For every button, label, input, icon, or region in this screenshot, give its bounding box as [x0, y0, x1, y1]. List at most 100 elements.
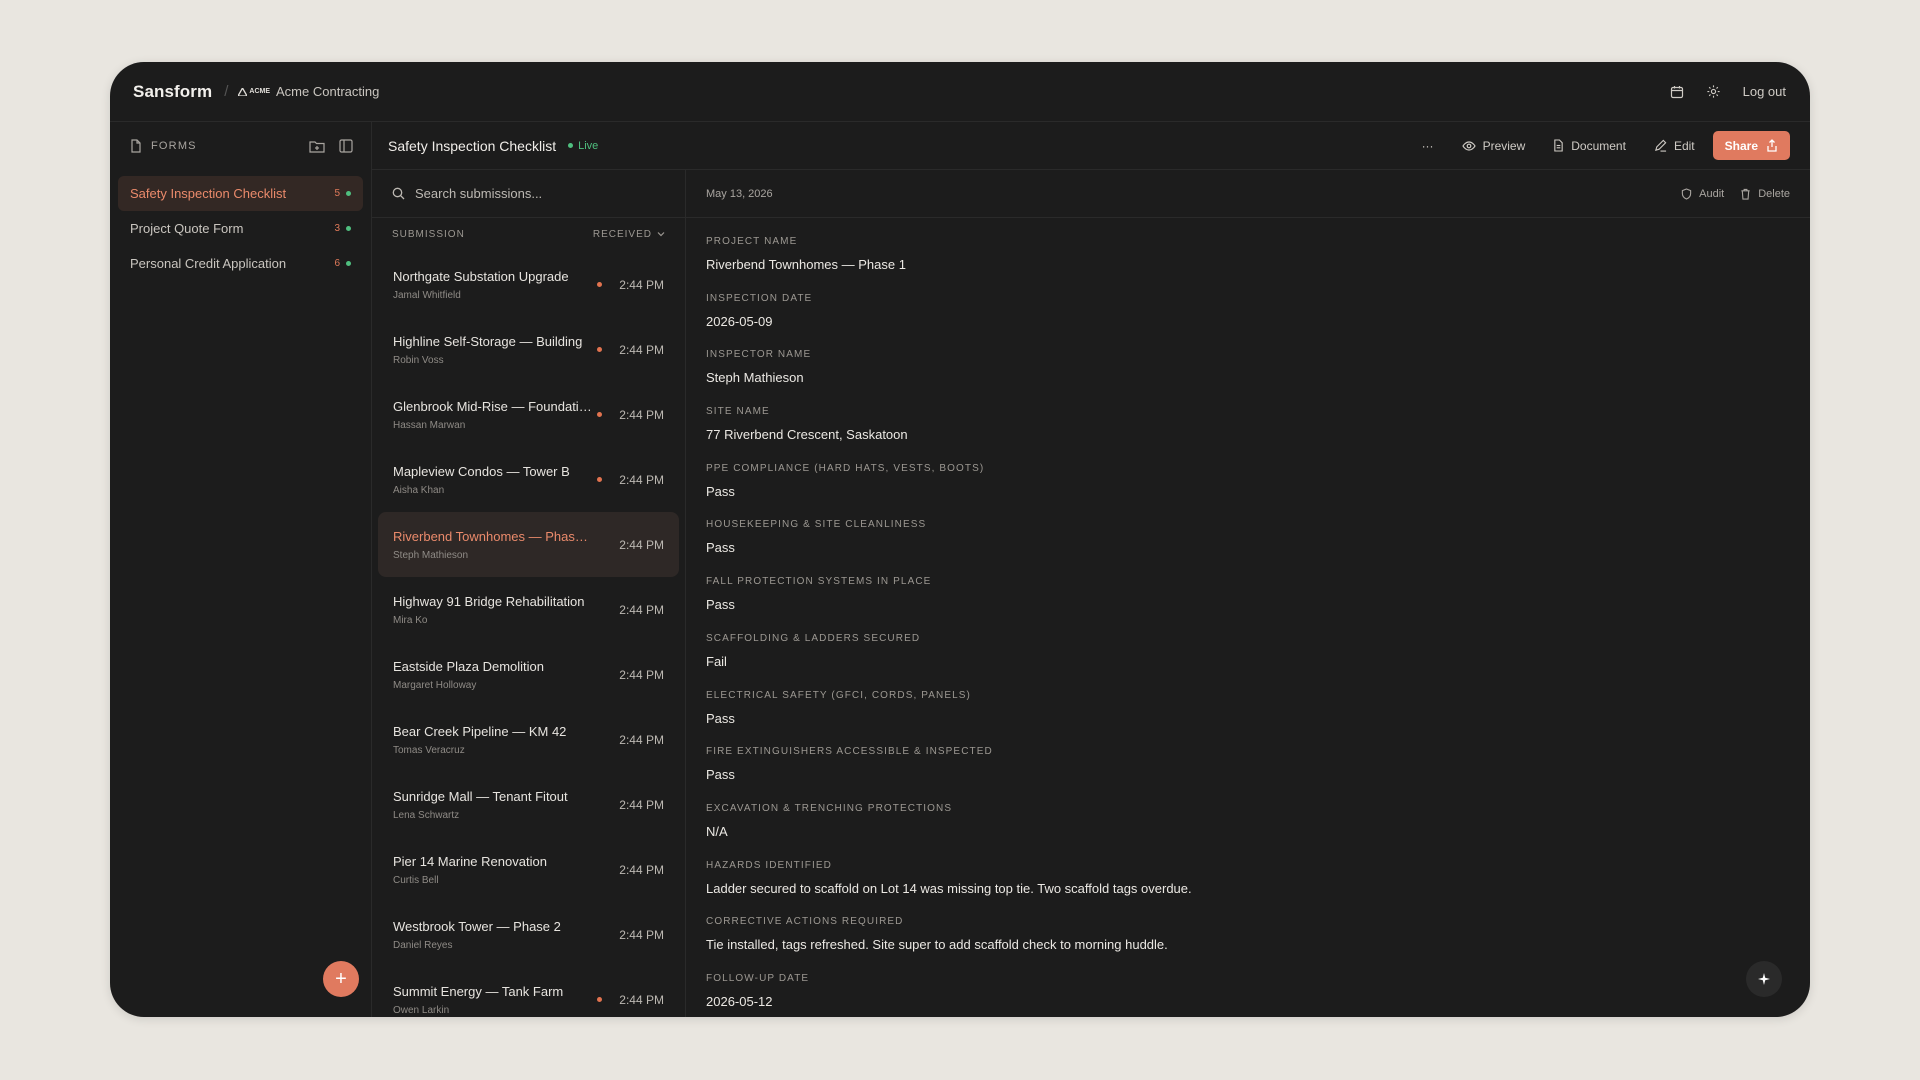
submission-row[interactable]: Summit Energy — Tank Farm Owen Larkin 2:44… [378, 967, 679, 1017]
field-label: SITE NAME [706, 406, 770, 418]
submission-name: Highline Self-Storage — Building [393, 333, 583, 349]
submission-name: Pier 14 Marine Renovation [393, 853, 547, 869]
submission-author: Steph Mathieson [393, 549, 469, 561]
unread-dot [596, 477, 602, 482]
submission-name: Mapleview Condos — Tower B [393, 463, 570, 479]
submission-date: May 13, 2026 [706, 187, 773, 200]
submission-time: 2:44 PM [619, 277, 664, 292]
shield-icon [1681, 187, 1692, 200]
org-switcher[interactable]: ACME Acme Contracting [238, 84, 379, 99]
submission-name: Riverbend Townhomes — Phase 1 [393, 528, 592, 544]
submissions-panel: Search submissions... SUBMISSION RECEIVE… [372, 170, 686, 1017]
detail-field: PPE COMPLIANCE (HARD HATS, VESTS, BOOTS)… [706, 457, 1790, 514]
field-label: HOUSEKEEPING & SITE CLEANLINESS [706, 519, 927, 531]
submission-row[interactable]: Glenbrook Mid-Rise — Foundation Hassan Ma… [378, 382, 679, 447]
delete-button[interactable]: Delete [1740, 188, 1790, 200]
submission-time: 2:44 PM [619, 472, 664, 487]
submission-name: Glenbrook Mid-Rise — Foundation [393, 398, 592, 414]
detail-field: SITE NAME 77 Riverbend Crescent, Saskatoo… [706, 400, 1790, 457]
field-value: Pass [706, 540, 735, 556]
forms-sidebar: FORMS Safety Inspection Checklist 5 Projec… [110, 122, 372, 1017]
submission-author: Lena Schwartz [393, 809, 460, 821]
logout-link[interactable]: Log out [1743, 84, 1786, 99]
assistant-button[interactable] [1746, 961, 1782, 997]
submission-author: Hassan Marwan [393, 419, 466, 431]
add-form-button[interactable]: + [323, 961, 359, 997]
more-options-button[interactable]: ··· [1422, 139, 1434, 153]
form-count-badge: 3 [334, 223, 340, 234]
field-label: SCAFFOLDING & LADDERS SECURED [706, 632, 921, 644]
submission-row[interactable]: Westbrook Tower — Phase 2 Daniel Reyes 2:4… [378, 902, 679, 967]
form-count-badge: 6 [334, 258, 340, 269]
document-icon [1553, 139, 1564, 152]
field-label: EXCAVATION & TRENCHING PROTECTIONS [706, 802, 953, 814]
submission-row[interactable]: Northgate Substation Upgrade Jamal Whitfi… [378, 252, 679, 317]
top-bar: Sansform / ACME Acme Contracting Log out [110, 62, 1810, 122]
submission-row[interactable]: Sunridge Mall — Tenant Fitout Lena Schwar… [378, 772, 679, 837]
field-value: Riverbend Townhomes — Phase 1 [706, 257, 906, 272]
form-label: Project Quote Form [130, 221, 244, 236]
calendar-icon[interactable] [1670, 85, 1684, 99]
trash-icon [1740, 188, 1751, 200]
sidebar-form-item[interactable]: Safety Inspection Checklist 5 [118, 176, 363, 211]
field-value: Ladder secured to scaffold on Lot 14 was… [706, 880, 1192, 896]
collapse-sidebar-icon[interactable] [339, 139, 353, 153]
edit-button[interactable]: Edit [1654, 139, 1695, 153]
document-button[interactable]: Document [1553, 139, 1626, 153]
search-input[interactable]: Search submissions... [415, 186, 542, 201]
field-label: PPE COMPLIANCE (HARD HATS, VESTS, BOOTS) [706, 462, 985, 474]
status-dot [346, 226, 351, 231]
upload-icon [1766, 139, 1778, 152]
search-icon [392, 187, 405, 200]
submission-row[interactable]: Bear Creek Pipeline — KM 42 Tomas Veracru… [378, 707, 679, 772]
search-bar[interactable]: Search submissions... [372, 170, 685, 218]
share-button[interactable]: Share [1712, 131, 1790, 160]
sidebar-form-item[interactable]: Personal Credit Application 6 [118, 246, 363, 281]
field-value: Pass [706, 483, 735, 499]
preview-button[interactable]: Preview [1461, 139, 1525, 153]
detail-field: HOUSEKEEPING & SITE CLEANLINESS Pass [706, 513, 1790, 570]
form-label: Safety Inspection Checklist [130, 186, 287, 201]
submission-time: 2:44 PM [619, 732, 664, 747]
submission-time: 2:44 PM [619, 407, 664, 422]
sort-received-button[interactable]: RECEIVED [593, 229, 665, 240]
detail-field: ELECTRICAL SAFETY (GFCI, CORDS, PANELS) P… [706, 684, 1790, 741]
form-title: Safety Inspection Checklist [388, 137, 557, 154]
detail-field: HAZARDS IDENTIFIED Ladder secured to scaf… [706, 854, 1790, 911]
submission-name: Bear Creek Pipeline — KM 42 [393, 723, 567, 739]
gear-icon[interactable] [1706, 84, 1721, 99]
submission-author: Curtis Bell [393, 874, 439, 886]
pencil-icon [1654, 139, 1667, 152]
submission-row[interactable]: Highline Self-Storage — Building Robin Vo… [378, 317, 679, 382]
submission-name: Eastside Plaza Demolition [393, 658, 545, 674]
field-value: 77 Riverbend Crescent, Saskatoon [706, 427, 908, 443]
submission-author: Jamal Whitfield [393, 289, 461, 301]
submission-author: Tomas Veracruz [393, 744, 465, 756]
submission-name: Highway 91 Bridge Rehabilitation [393, 593, 585, 609]
detail-field: FIRE EXTINGUISHERS ACCESSIBLE & INSPECTE… [706, 740, 1790, 797]
submission-author: Owen Larkin [393, 1004, 450, 1016]
audit-button[interactable]: Audit [1681, 188, 1724, 200]
detail-field: CORRECTIVE ACTIONS REQUIRED Tie installed… [706, 910, 1790, 967]
chevron-down-icon [657, 231, 665, 237]
submission-row[interactable]: Mapleview Condos — Tower B Aisha Khan 2:44… [378, 447, 679, 512]
submission-row[interactable]: Highway 91 Bridge Rehabilitation Mira Ko 2… [378, 577, 679, 642]
submission-row[interactable]: Pier 14 Marine Renovation Curtis Bell 2:44… [378, 837, 679, 902]
field-label: HAZARDS IDENTIFIED [706, 859, 832, 871]
submission-time: 2:44 PM [619, 797, 664, 812]
detail-field: EXCAVATION & TRENCHING PROTECTIONS N/A [706, 797, 1790, 854]
submission-row[interactable]: Eastside Plaza Demolition Margaret Hollow… [378, 642, 679, 707]
new-folder-icon[interactable] [309, 139, 325, 153]
field-label: FALL PROTECTION SYSTEMS IN PLACE [706, 576, 932, 588]
submission-name: Summit Energy — Tank Farm [393, 983, 564, 999]
field-value: 2026-05-09 [706, 313, 773, 329]
field-value: Steph Mathieson [706, 370, 804, 386]
app-window: Sansform / ACME Acme Contracting Log out [110, 62, 1810, 1017]
detail-field: SCAFFOLDING & LADDERS SECURED Fail [706, 627, 1790, 684]
brand-name[interactable]: Sansform [133, 82, 212, 102]
submission-name: Westbrook Tower — Phase 2 [393, 918, 561, 934]
submission-row[interactable]: Riverbend Townhomes — Phase 1 Steph Mathi… [378, 512, 679, 577]
sidebar-form-item[interactable]: Project Quote Form 3 [118, 211, 363, 246]
document-icon [130, 139, 142, 153]
submission-detail: May 13, 2026 Audit Delete PROJECT NAME Ri… [686, 170, 1810, 1017]
